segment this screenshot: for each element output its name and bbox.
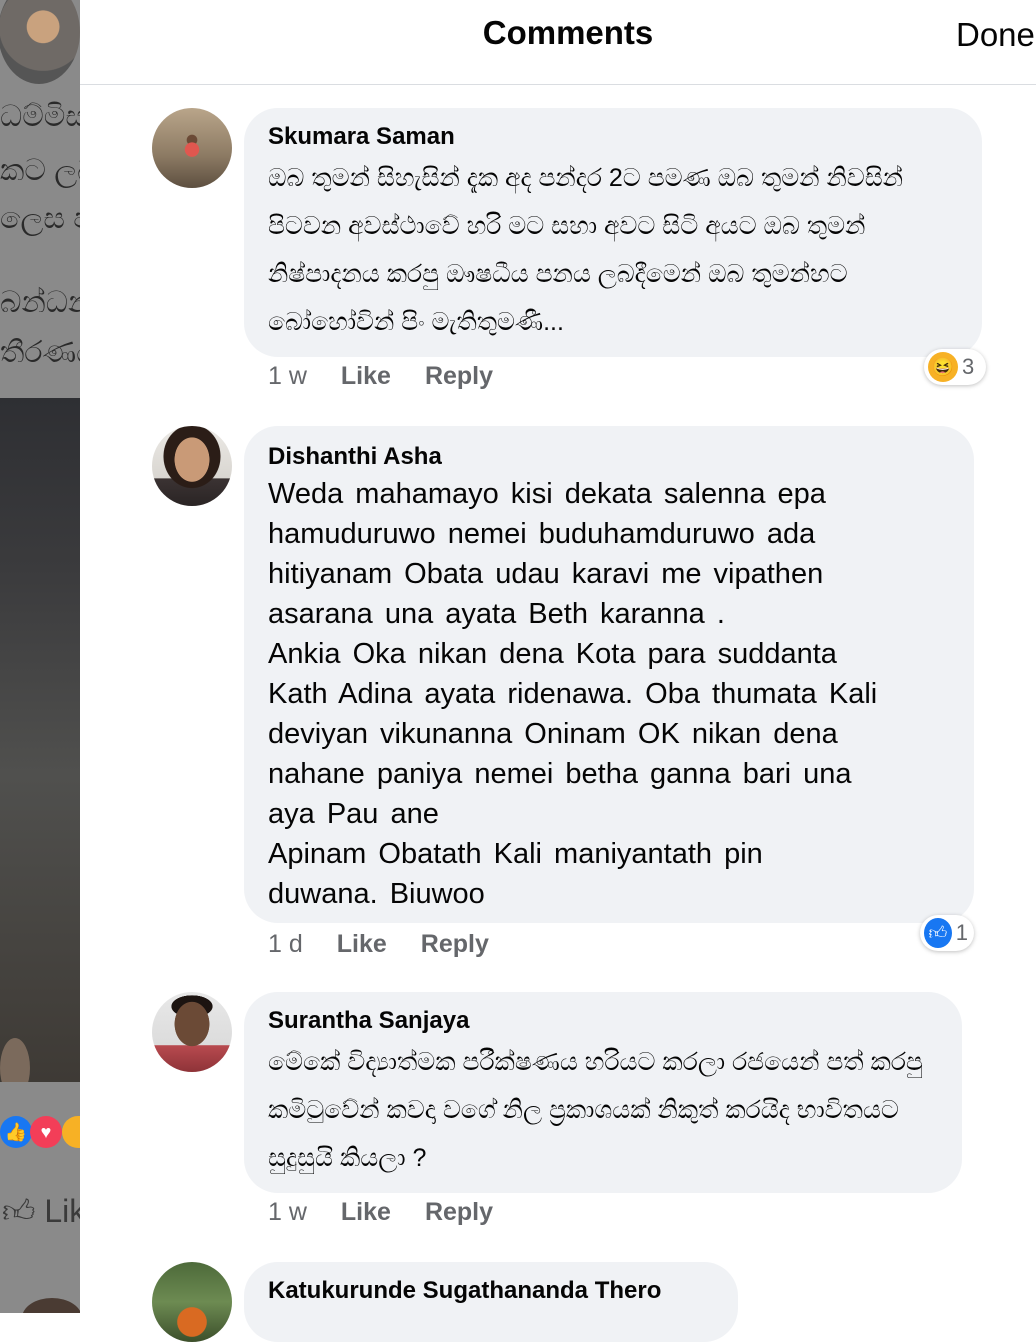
comment-author[interactable]: Surantha Sanjaya <box>268 1006 938 1036</box>
avatar[interactable] <box>152 426 232 506</box>
avatar[interactable] <box>152 1262 232 1342</box>
comments-modal: Comments Done Skumara Saman ඔබ තුමන් සිහ… <box>80 0 1036 1342</box>
like-button[interactable]: Like <box>341 362 391 391</box>
thumbs-up-icon: 👍︎ <box>2 1193 36 1229</box>
background-text-line: කට ලබ <box>0 154 80 187</box>
like-button[interactable]: Like <box>341 1198 391 1227</box>
background-page: ධම්මිස කට ලබ ලෙස ප බන්ධන තීරණය 👍 ♥ 👍︎ Li… <box>0 0 80 1313</box>
comment-bubble: Dishanthi Asha Weda mahamayo kisi dekata… <box>244 426 974 923</box>
reaction-count: 1 <box>955 920 968 945</box>
comment-bubble: Surantha Sanjaya මේකේ විද්‍යාත්මක පරීක්ෂ… <box>244 992 962 1193</box>
comment-time[interactable]: 1 d <box>268 930 303 959</box>
background-text-line: ලෙස ප <box>0 202 80 235</box>
avatar[interactable] <box>152 108 232 188</box>
modal-header: Comments Done <box>80 0 1036 85</box>
comment-bubble: Katukurunde Sugathananda Thero <box>244 1262 738 1342</box>
background-like-reaction-icon: 👍 <box>0 1116 32 1148</box>
done-button[interactable]: Done <box>956 16 1035 54</box>
background-text-line: ධම්මිස <box>0 100 80 133</box>
background-post-photo <box>0 398 80 1313</box>
comment-author[interactable]: Katukurunde Sugathananda Thero <box>268 1276 714 1306</box>
reaction-count-badge[interactable]: 😆 3 <box>924 349 986 385</box>
reply-button[interactable]: Reply <box>425 1198 493 1227</box>
comment-meta: 1 w Like Reply <box>268 1198 527 1227</box>
comment-bubble: Skumara Saman ඔබ තුමන් සිහැසින් දැක අද ප… <box>244 108 982 357</box>
background-love-reaction-icon: ♥ <box>30 1116 62 1148</box>
comment-text: මේකේ විද්‍යාත්මක පරීක්ෂණය හරියට කරලා රජය… <box>268 1048 923 1172</box>
reaction-count-badge[interactable]: 👍︎ 1 <box>920 915 974 951</box>
like-icon: 👍︎ <box>924 918 952 948</box>
background-avatar <box>0 0 80 84</box>
background-like-button[interactable]: 👍︎ Lik <box>2 1192 80 1231</box>
background-text-line: තීරණය <box>0 336 80 369</box>
reply-button[interactable]: Reply <box>425 362 493 391</box>
comment-time[interactable]: 1 w <box>268 362 307 391</box>
reaction-count: 3 <box>962 354 975 379</box>
like-button[interactable]: Like <box>337 930 387 959</box>
comment-meta: 1 d Like Reply <box>268 930 523 959</box>
comment-author[interactable]: Skumara Saman <box>268 122 958 152</box>
reply-button[interactable]: Reply <box>421 930 489 959</box>
comment-time[interactable]: 1 w <box>268 1198 307 1227</box>
modal-title: Comments <box>482 14 654 51</box>
comment-text: Weda mahamayo kisi dekata salenna epa ha… <box>268 478 878 910</box>
comment-author[interactable]: Dishanthi Asha <box>268 442 950 472</box>
background-text-line: බන්ධන <box>0 286 80 319</box>
avatar[interactable] <box>152 992 232 1072</box>
comment-meta: 1 w Like Reply <box>268 362 527 391</box>
comment-text: ඔබ තුමන් සිහැසින් දැක අද පන්දර 2ට පමණ ඔබ… <box>268 164 904 336</box>
haha-icon: 😆 <box>928 352 958 382</box>
